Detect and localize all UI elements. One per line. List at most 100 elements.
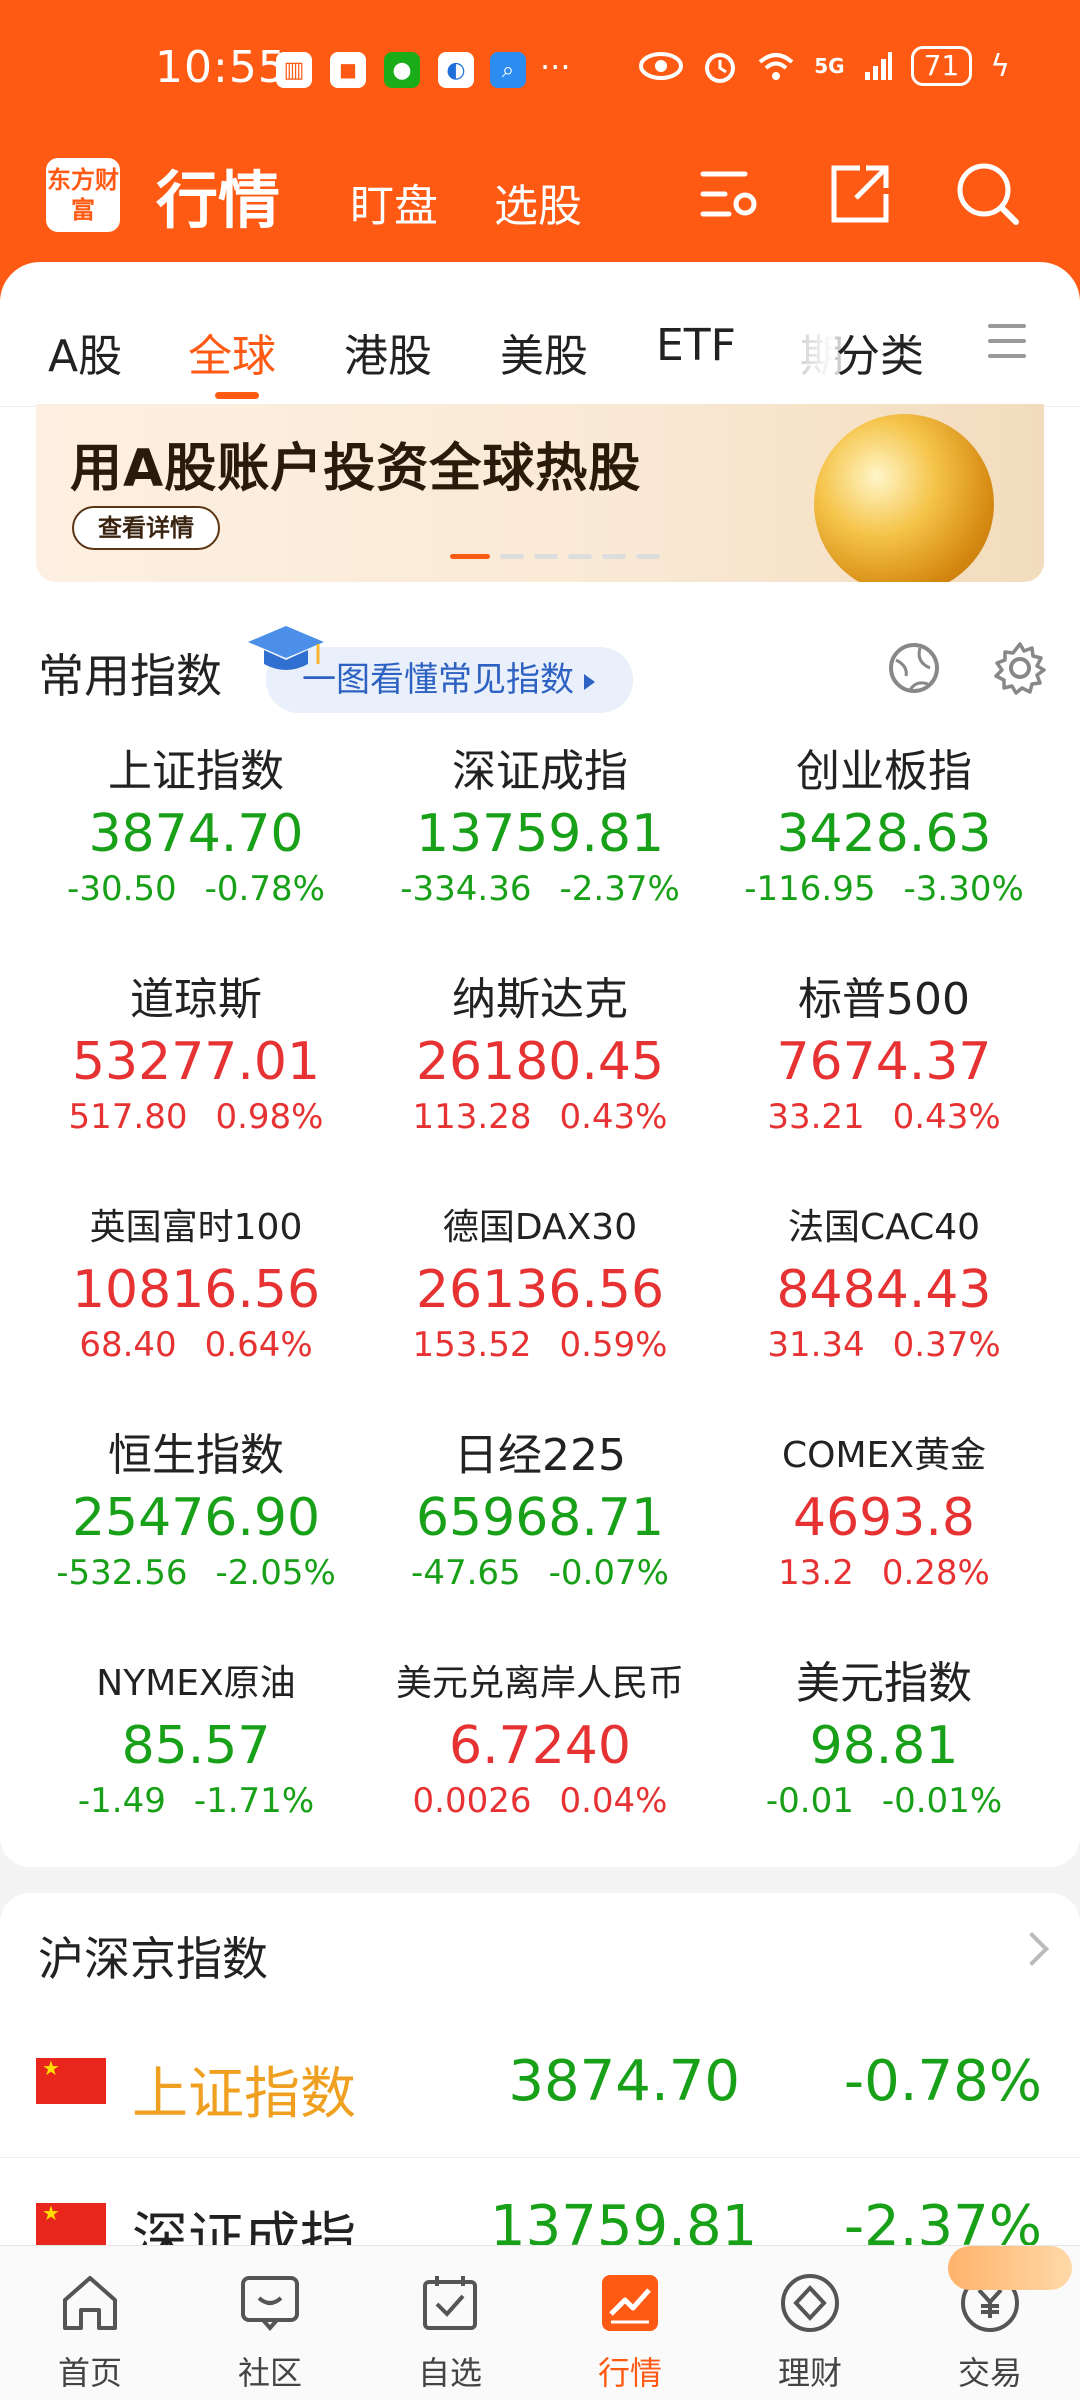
bottom-nav-community[interactable]: 社区	[180, 2246, 360, 2400]
index-card[interactable]: 美元兑离岸人民币 6.7240 0.0026 0.04%	[360, 1654, 720, 1867]
hs-indices-title: 沪深京指数	[38, 1932, 268, 1986]
index-change-group: -532.56 -2.05%	[16, 1550, 376, 1596]
diamond-icon	[781, 2274, 839, 2332]
index-value: 25476.90	[71, 1488, 321, 1548]
top-nav: 东方财富 行情 盯盘 选股	[0, 150, 1080, 260]
common-indices-title: 常用指数	[38, 649, 222, 703]
index-value: 98.81	[809, 1716, 959, 1776]
banner-title: 用A股账户投资全球热股	[70, 439, 642, 499]
index-change: 31.34	[767, 1325, 865, 1365]
index-card[interactable]: 纳斯达克 26180.45 113.28 0.43%	[360, 970, 720, 1198]
list-settings-icon[interactable]	[695, 160, 763, 228]
top-header: 10:55 ▥ ◼ ● ◐ ⌕ ··· 5G 71 ϟ 东方财富 行情 盯盘 选…	[0, 0, 1080, 300]
index-percent: -0.07%	[548, 1553, 669, 1593]
index-name: 法国CAC40	[787, 1207, 981, 1248]
index-percent: 0.64%	[204, 1325, 313, 1365]
hs-index-name: 上证指数	[132, 2062, 356, 2127]
index-change-group: 113.28 0.43%	[360, 1094, 720, 1140]
hs-index-row[interactable]: 上证指数 3874.70 -0.78%	[0, 2013, 1080, 2158]
index-value: 4693.8	[793, 1488, 975, 1548]
battery-level: 71	[910, 46, 973, 86]
bottom-nav-watchlist[interactable]: 自选	[360, 2246, 540, 2400]
nav-tab-watch[interactable]: 盯盘	[350, 170, 438, 234]
index-percent: -2.37%	[559, 869, 680, 909]
index-change: -30.50	[67, 869, 177, 909]
index-card[interactable]: 恒生指数 25476.90 -532.56 -2.05%	[16, 1426, 376, 1654]
network-type: 5G	[814, 54, 845, 78]
tab-a-share[interactable]: A股	[48, 320, 122, 384]
bottom-nav-label: 行情	[597, 2354, 662, 2392]
bottom-nav-label: 自选	[417, 2354, 482, 2392]
ai-assistant-badge[interactable]	[948, 2246, 1072, 2290]
index-card[interactable]: NYMEX原油 85.57 -1.49 -1.71%	[16, 1654, 376, 1867]
tab-us[interactable]: 美股	[500, 320, 588, 384]
status-right-group: 5G 71 ϟ	[638, 46, 1010, 86]
bottom-nav-label: 社区	[237, 2354, 302, 2392]
index-card[interactable]: 法国CAC40 8484.43 31.34 0.37%	[704, 1198, 1064, 1426]
index-change: -532.56	[56, 1553, 188, 1593]
app-logo[interactable]: 东方财富	[46, 158, 120, 232]
active-tab-indicator	[215, 392, 259, 399]
index-name: 美元兑离岸人民币	[395, 1663, 684, 1704]
index-card[interactable]: 德国DAX30 26136.56 153.52 0.59%	[360, 1198, 720, 1426]
index-card[interactable]: COMEX黄金 4693.8 13.2 0.28%	[704, 1426, 1064, 1654]
chevron-right-icon[interactable]	[1015, 1932, 1049, 1966]
wifi-icon	[758, 53, 794, 80]
index-percent: 0.43%	[892, 1097, 1001, 1137]
index-value: 65968.71	[415, 1488, 665, 1548]
promo-banner[interactable]: 用A股账户投资全球热股 查看详情	[36, 404, 1044, 582]
tab-fade	[795, 312, 835, 382]
index-card[interactable]: 道琼斯 53277.01 517.80 0.98%	[16, 970, 376, 1198]
tab-category[interactable]: 分类	[836, 320, 924, 384]
index-card[interactable]: 美元指数 98.81 -0.01 -0.01%	[704, 1654, 1064, 1867]
book-app-icon: ▥	[276, 52, 312, 88]
index-card[interactable]: 标普500 7674.37 33.21 0.43%	[704, 970, 1064, 1198]
search-icon[interactable]	[954, 160, 1022, 228]
index-change-group: -30.50 -0.78%	[16, 866, 376, 912]
alarm-icon	[705, 53, 736, 83]
menu-icon[interactable]	[988, 324, 1026, 360]
index-card[interactable]: 英国富时100 10816.56 68.40 0.64%	[16, 1198, 376, 1426]
hs-index-value: 3874.70	[508, 2049, 740, 2114]
index-name: 英国富时100	[89, 1207, 303, 1248]
eye-icon	[639, 52, 684, 80]
index-name: COMEX黄金	[782, 1435, 986, 1476]
bottom-nav-home[interactable]: 首页	[0, 2246, 180, 2400]
tab-hk[interactable]: 港股	[344, 320, 432, 384]
index-card[interactable]: 上证指数 3874.70 -30.50 -0.78%	[16, 742, 376, 970]
index-percent: 0.04%	[559, 1781, 668, 1821]
bottom-nav-label: 交易	[957, 2354, 1022, 2392]
share-icon[interactable]	[826, 160, 894, 228]
index-name: 标普500	[798, 974, 970, 1025]
main-content: A股 全球 港股 美股 ETF 期 分类 用A股账户投资全球热股 查看详情 常用…	[0, 262, 1080, 1867]
index-name: 创业板指	[796, 746, 972, 797]
index-value: 7674.37	[776, 1032, 992, 1092]
index-value: 6.7240	[449, 1716, 631, 1776]
tab-global[interactable]: 全球	[188, 320, 276, 384]
bottom-nav-market[interactable]: 行情	[540, 2246, 720, 2400]
browser-icon: ◐	[438, 52, 474, 88]
index-card[interactable]: 深证成指 13759.81 -334.36 -2.37%	[360, 742, 720, 970]
index-card[interactable]: 创业板指 3428.63 -116.95 -3.30%	[704, 742, 1064, 970]
settings-gear-icon[interactable]	[992, 640, 1048, 696]
status-time: 10:55	[155, 42, 287, 93]
play-arrow-icon	[584, 673, 595, 690]
index-value: 8484.43	[776, 1260, 992, 1320]
index-percent: 0.98%	[215, 1097, 324, 1137]
index-card[interactable]: 日经225 65968.71 -47.65 -0.07%	[360, 1426, 720, 1654]
index-percent: -0.01%	[881, 1781, 1003, 1821]
index-change-group: 68.40 0.64%	[16, 1322, 376, 1368]
index-change-group: -47.65 -0.07%	[360, 1550, 720, 1596]
index-name: 恒生指数	[108, 1430, 284, 1481]
nav-title[interactable]: 行情	[156, 150, 280, 240]
globe-icon[interactable]	[886, 640, 942, 696]
index-change: -0.01	[765, 1781, 854, 1821]
index-change-group: 31.34 0.37%	[704, 1322, 1064, 1368]
hs-index-percent: -0.78%	[843, 2049, 1042, 2114]
huawei-store-icon: ◼	[330, 52, 366, 88]
nav-tab-screener[interactable]: 选股	[494, 170, 582, 234]
tab-etf[interactable]: ETF	[656, 320, 736, 371]
bottom-nav-wealth[interactable]: 理财	[720, 2246, 900, 2400]
golden-globe-image	[814, 414, 994, 582]
banner-details-button[interactable]: 查看详情	[72, 506, 220, 550]
